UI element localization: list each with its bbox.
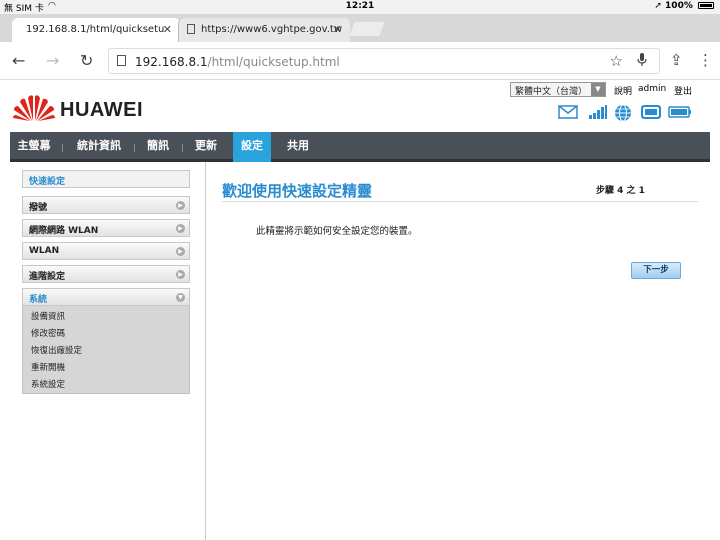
divider: [222, 201, 698, 202]
page-title: 歡迎使用快速設定精靈: [222, 182, 373, 200]
nav-settings[interactable]: 設定: [233, 132, 271, 162]
close-tab-icon[interactable]: ✕: [333, 23, 342, 36]
nav-update[interactable]: 更新: [188, 132, 224, 162]
expand-arrow-icon: ▶: [176, 270, 185, 279]
close-tab-icon[interactable]: ✕: [163, 23, 172, 36]
battery-level-icon: [668, 104, 692, 123]
screen: 無 SIM 卡 ◠ 12:21 ➚ 100% 192.168.8.1/html/…: [0, 0, 720, 540]
tab-strip: 192.168.8.1/html/quicksetu ✕ https://www…: [0, 14, 720, 42]
microphone-icon[interactable]: [637, 53, 647, 71]
mail-icon[interactable]: [558, 104, 578, 123]
top-links: 繁體中文（台灣） ▼ 說明 admin 登出: [510, 82, 720, 98]
battery-percent: 100%: [665, 1, 693, 11]
nav-separator: [62, 144, 63, 152]
nav-home[interactable]: 主螢幕: [10, 132, 58, 162]
menu-icon[interactable]: ⋮: [698, 51, 713, 69]
share-icon[interactable]: ⇪: [670, 51, 683, 69]
clock: 12:21: [345, 1, 375, 11]
sidebar-item-advanced[interactable]: 進階設定 ▶: [22, 265, 190, 283]
collapse-arrow-icon: ▼: [176, 293, 185, 302]
wizard-description: 此精靈將示範如何安全設定您的裝置。: [256, 226, 418, 237]
column-divider: [205, 162, 206, 540]
language-select[interactable]: 繁體中文（台灣） ▼: [510, 82, 606, 97]
page-icon: [117, 55, 126, 66]
step-indicator: 步驟 4 之 1: [596, 186, 645, 196]
sidebar-item-system[interactable]: 系統 ▼: [22, 288, 190, 306]
back-arrow-icon[interactable]: ←: [12, 51, 25, 70]
nav-share[interactable]: 共用: [280, 132, 316, 162]
language-value: 繁體中文（台灣）: [515, 87, 588, 97]
battery-status: ➚ 100%: [654, 1, 714, 11]
tab-vghtpe[interactable]: https://www6.vghtpe.gov.tw ✕: [178, 18, 350, 42]
sidebar-item-wlan[interactable]: WLAN ▶: [22, 242, 190, 260]
nav-separator: [134, 144, 135, 152]
new-tab-button[interactable]: [349, 22, 385, 36]
nav-separator: [182, 144, 183, 152]
brand-name: HUAWEI: [60, 99, 143, 121]
ios-status-bar: 無 SIM 卡 ◠ 12:21 ➚ 100%: [0, 0, 720, 14]
sidebar-item-label: 進階設定: [29, 272, 66, 282]
expand-arrow-icon: ▶: [176, 247, 185, 256]
sidebar-item-label: WLAN: [29, 246, 60, 256]
dropdown-arrow-icon: ▼: [591, 83, 605, 96]
expand-arrow-icon: ▶: [176, 201, 185, 210]
submenu-system-settings[interactable]: 系統設定: [31, 378, 65, 390]
expand-arrow-icon: ▶: [176, 224, 185, 233]
browser-toolbar: ← → ↻ 192.168.8.1/html/quicksetup.html ☆…: [0, 42, 720, 80]
address-bar[interactable]: 192.168.8.1/html/quicksetup.html ☆: [108, 48, 660, 74]
url-path: /html/quicksetup.html: [207, 55, 340, 69]
submenu-change-password[interactable]: 修改密碼: [31, 327, 65, 339]
main-nav: 主螢幕 統計資訊 簡訊 更新 設定 共用: [10, 132, 710, 162]
username: admin: [638, 84, 667, 94]
submenu-factory-reset[interactable]: 恢復出廠設定: [31, 344, 82, 356]
page-icon: [187, 24, 195, 34]
forward-arrow-icon[interactable]: →: [46, 51, 59, 70]
router-page: 繁體中文（台灣） ▼ 說明 admin 登出 HUAWEI 主螢幕 統計資訊 簡…: [0, 80, 720, 540]
system-submenu: 設備資訊 修改密碼 恢復出廠設定 重新開機 系統設定: [22, 306, 190, 394]
next-button[interactable]: 下一步: [631, 262, 681, 279]
sidebar-item-dialup[interactable]: 撥號 ▶: [22, 196, 190, 214]
location-icon: ➚: [654, 1, 662, 11]
logout-link[interactable]: 登出: [674, 84, 692, 97]
sidebar-item-label: 網際網路 WLAN: [29, 226, 99, 236]
nav-sms[interactable]: 簡訊: [140, 132, 176, 162]
help-link[interactable]: 說明: [614, 84, 632, 97]
huawei-flower-icon: [13, 95, 55, 121]
tab-title: https://www6.vghtpe.gov.tw: [201, 24, 343, 35]
submenu-device-info[interactable]: 設備資訊: [31, 310, 65, 322]
sidebar-item-label: 撥號: [29, 203, 48, 213]
nav-statistics[interactable]: 統計資訊: [68, 132, 130, 162]
battery-icon: [698, 2, 714, 9]
network-type-icon: [640, 104, 662, 124]
tab-title: 192.168.8.1/html/quicksetu: [26, 24, 165, 35]
sidebar-item-label: 系統: [29, 295, 48, 305]
reload-icon[interactable]: ↻: [80, 51, 93, 70]
url-text[interactable]: 192.168.8.1/html/quicksetup.html: [135, 55, 340, 69]
submenu-reboot[interactable]: 重新開機: [31, 361, 65, 373]
sidebar-item-internet-wlan[interactable]: 網際網路 WLAN ▶: [22, 219, 190, 237]
sidebar-item-quick-setup[interactable]: 快速設定: [22, 170, 190, 188]
bookmark-star-icon[interactable]: ☆: [610, 52, 623, 70]
url-host: 192.168.8.1: [135, 55, 208, 69]
tab-router[interactable]: 192.168.8.1/html/quicksetu ✕: [12, 18, 180, 42]
signal-strength-icon: [588, 104, 608, 123]
globe-icon: [614, 104, 632, 126]
